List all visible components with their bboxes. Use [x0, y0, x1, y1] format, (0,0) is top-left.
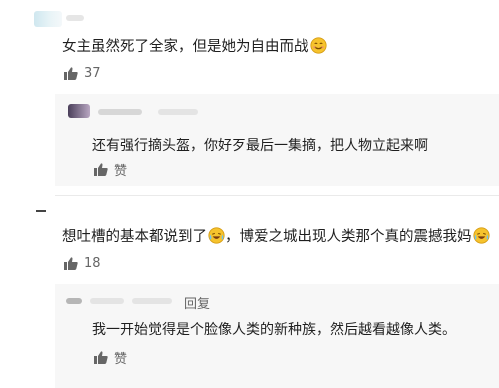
like-button[interactable]: 37 [64, 66, 101, 81]
thumbs-up-icon [94, 351, 108, 364]
like-count: 37 [84, 66, 101, 81]
avatar[interactable] [68, 104, 90, 118]
thumbs-up-icon [64, 67, 78, 80]
comment-body: 女主虽然死了全家，但是她为自由而战 [62, 39, 309, 55]
reply-link[interactable]: 回复 [184, 293, 210, 312]
comment-body: 想吐槽的基本都说到了 [62, 229, 207, 245]
username-redacted[interactable] [132, 298, 172, 304]
like-label: 赞 [114, 352, 128, 367]
reply-text: 我一开始觉得是个脸像人类的新种族，然后越看越像人类。 [92, 322, 456, 338]
username-redacted[interactable] [90, 298, 124, 304]
avatar[interactable] [34, 11, 62, 27]
comment-body-continued: ，博爱之城出现人类那个真的震撼我妈 [225, 229, 472, 245]
like-count: 18 [84, 256, 101, 271]
like-button[interactable]: 赞 [94, 160, 127, 179]
divider [55, 195, 499, 196]
smile-emoji-icon [309, 37, 327, 54]
like-label: 赞 [114, 164, 128, 179]
avatar-redacted[interactable] [36, 210, 46, 212]
reply-text: 还有强行摘头盔，你好歹最后一集摘，把人物立起来啊 [92, 138, 428, 154]
username-redacted[interactable] [158, 109, 198, 115]
like-button[interactable]: 赞 [94, 348, 127, 367]
thumbs-up-icon [64, 257, 78, 270]
like-button[interactable]: 18 [64, 256, 101, 271]
laugh-cry-emoji-icon [472, 227, 490, 244]
username-redacted[interactable] [98, 109, 142, 115]
comment-text: 女主虽然死了全家，但是她为自由而战 [62, 37, 327, 57]
thumbs-up-icon [94, 163, 108, 176]
laugh-cry-emoji-icon [208, 227, 225, 244]
comment-text: 想吐槽的基本都说到了 ，博爱之城出现人类那个真的震撼我妈 [62, 227, 490, 247]
username-redacted[interactable] [66, 298, 82, 304]
username-redacted[interactable] [66, 15, 84, 21]
